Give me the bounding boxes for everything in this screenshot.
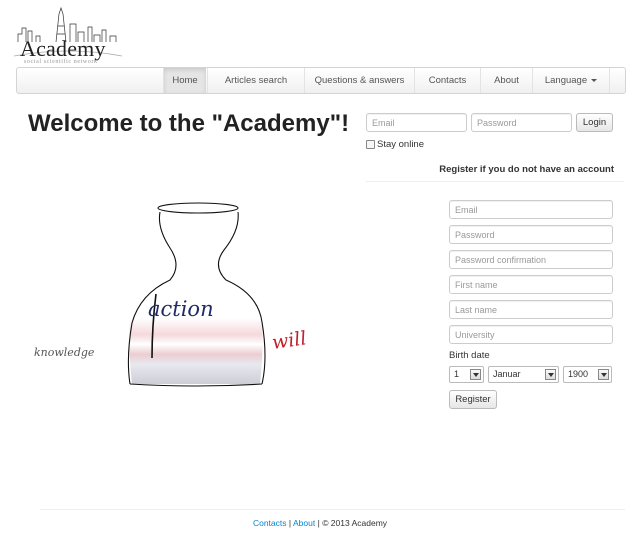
footer-about-link[interactable]: About	[293, 518, 315, 528]
nav-language-dropdown[interactable]: Language	[532, 68, 610, 93]
logo-subtitle: social scientific network	[24, 59, 98, 65]
nav-contacts[interactable]: Contacts	[414, 68, 480, 93]
nav-questions-answers[interactable]: Questions & answers	[304, 68, 414, 93]
dropdown-arrow-icon	[545, 369, 556, 380]
vase-illustration: action knowledge will	[34, 202, 308, 387]
word-action: action	[148, 297, 214, 321]
footer: Contacts | About | © 2013 Academy	[0, 518, 640, 528]
main-navbar: Home Articles search Questions & answers…	[16, 67, 626, 94]
register-first-name-input[interactable]	[449, 275, 613, 294]
birth-date-label: Birth date	[449, 350, 490, 361]
footer-contacts-link[interactable]: Contacts	[253, 518, 287, 528]
vase-rim	[157, 202, 239, 214]
divider	[366, 181, 624, 182]
word-knowledge: knowledge	[34, 346, 95, 359]
birth-month-value: Januar	[493, 369, 521, 379]
register-password-input[interactable]	[449, 225, 613, 244]
page-title: Welcome to the "Academy"!	[28, 110, 350, 137]
footer-divider	[40, 509, 625, 510]
word-will: will	[271, 327, 308, 354]
caret-down-icon	[591, 78, 598, 82]
footer-separator: |	[288, 518, 292, 528]
stay-online-label: Stay online	[377, 139, 425, 150]
login-button[interactable]: Login	[576, 113, 613, 132]
birth-month-select[interactable]: Januar	[488, 366, 559, 383]
nav-language-label: Language	[544, 75, 588, 86]
footer-separator: |	[317, 518, 320, 528]
nav-articles-search[interactable]: Articles search	[207, 68, 304, 93]
vase-bottom	[129, 383, 263, 387]
register-hint: Register if you do not have an account	[439, 164, 614, 175]
dropdown-arrow-icon	[598, 369, 609, 380]
birth-day-select[interactable]: 1	[449, 366, 484, 383]
register-password-confirmation-input[interactable]	[449, 250, 613, 269]
login-email-input[interactable]	[366, 113, 467, 132]
register-email-input[interactable]	[449, 200, 613, 219]
register-last-name-input[interactable]	[449, 300, 613, 319]
birth-day-value: 1	[454, 369, 460, 379]
nav-about[interactable]: About	[480, 68, 532, 93]
login-password-input[interactable]	[471, 113, 572, 132]
site-logo[interactable]: Academy social scientific network	[14, 6, 124, 66]
dropdown-arrow-icon	[470, 369, 481, 380]
register-button[interactable]: Register	[449, 390, 497, 409]
birth-year-value: 1900	[568, 369, 589, 379]
nav-home[interactable]: Home	[163, 68, 206, 93]
stay-online-checkbox[interactable]	[366, 140, 375, 149]
register-university-input[interactable]	[449, 325, 613, 344]
vase-fill	[129, 318, 263, 384]
footer-copyright: © 2013 Academy	[322, 518, 388, 528]
birth-year-select[interactable]: 1900	[563, 366, 612, 383]
